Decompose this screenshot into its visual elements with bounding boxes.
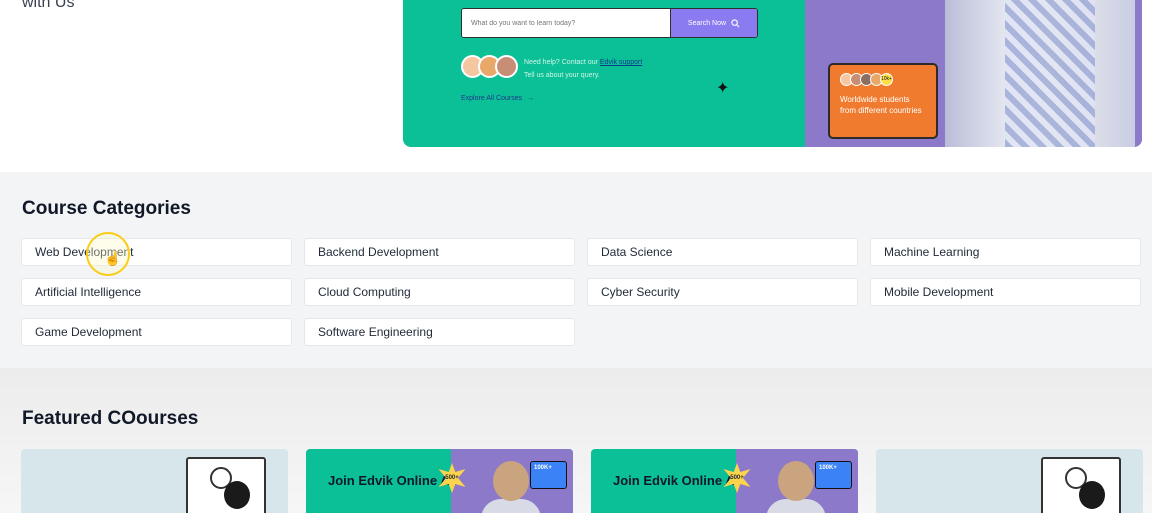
course-card[interactable]	[21, 449, 288, 513]
sparkle-icon: ✦	[716, 80, 730, 97]
course-card-list: Join Edvik Online Academy for free 100K+…	[21, 449, 1143, 513]
hero-section: with Us Search Now Need help? Contact ou…	[0, 0, 1152, 172]
category-machine-learning[interactable]: Machine Learning	[870, 238, 1141, 266]
stat-avatars: 10k+	[840, 73, 926, 86]
person-shirt	[1005, 0, 1095, 147]
search-button[interactable]: Search Now	[670, 9, 757, 37]
hero-person-image	[945, 0, 1135, 147]
course-stat-badge: 100K+	[815, 461, 852, 489]
person-head	[778, 461, 814, 501]
avatar	[495, 55, 518, 78]
illustration-person-hair	[1079, 481, 1105, 509]
section-title: Course Categories	[22, 198, 191, 219]
course-stat-badge: 100K+	[530, 461, 567, 489]
search-bar: Search Now	[461, 8, 758, 38]
course-illustration	[186, 457, 266, 513]
category-software-engineering[interactable]: Software Engineering	[304, 318, 575, 346]
category-mobile-development[interactable]: Mobile Development	[870, 278, 1141, 306]
person-shirt	[766, 499, 826, 513]
course-illustration	[1041, 457, 1121, 513]
arrow-right-icon: →	[527, 95, 535, 102]
hero-heading-fragment: with Us	[22, 0, 75, 11]
illustration-person-hair	[224, 481, 250, 509]
featured-courses-section: Featured COourses Join Edvik Online Acad…	[0, 368, 1152, 513]
course-categories-section: Course Categories Web Development Backen…	[0, 172, 1152, 368]
category-artificial-intelligence[interactable]: Artificial Intelligence	[21, 278, 292, 306]
students-stat-card: 10k+ Worldwide students from different c…	[828, 63, 938, 139]
search-input[interactable]	[462, 9, 670, 37]
hero-banner: Search Now Need help? Contact our Edvik …	[403, 0, 1142, 147]
stat-description: Worldwide students from different countr…	[840, 95, 922, 115]
support-avatars	[461, 55, 518, 78]
stat-count: 10k+	[880, 73, 893, 86]
person-head	[493, 461, 529, 501]
course-image: 100K+	[736, 449, 858, 513]
support-text-line2: Tell us about your query.	[524, 72, 600, 79]
support-text-prefix: Need help? Contact our	[524, 59, 598, 66]
person-shirt	[481, 499, 541, 513]
support-link[interactable]: Edvik support	[600, 59, 642, 66]
hero-image: 10k+ Worldwide students from different c…	[805, 0, 1142, 147]
course-card[interactable]	[876, 449, 1143, 513]
support-text: Need help? Contact our Edvik support Tel…	[524, 56, 642, 82]
category-cyber-security[interactable]: Cyber Security	[587, 278, 858, 306]
category-grid: Web Development Backend Development Data…	[21, 238, 1141, 346]
explore-courses-link[interactable]: Explore All Courses →	[461, 95, 534, 102]
explore-courses-label: Explore All Courses	[461, 95, 523, 102]
section-title: Featured COourses	[22, 408, 199, 429]
category-data-science[interactable]: Data Science	[587, 238, 858, 266]
category-game-development[interactable]: Game Development	[21, 318, 292, 346]
search-icon	[731, 18, 740, 27]
category-backend-development[interactable]: Backend Development	[304, 238, 575, 266]
course-image: 100K+	[451, 449, 573, 513]
category-web-development[interactable]: Web Development	[21, 238, 292, 266]
search-button-label: Search Now	[687, 19, 727, 27]
course-card[interactable]: Join Edvik Online Academy for free 100K+…	[591, 449, 858, 513]
category-cloud-computing[interactable]: Cloud Computing	[304, 278, 575, 306]
course-card[interactable]: Join Edvik Online Academy for free 100K+…	[306, 449, 573, 513]
